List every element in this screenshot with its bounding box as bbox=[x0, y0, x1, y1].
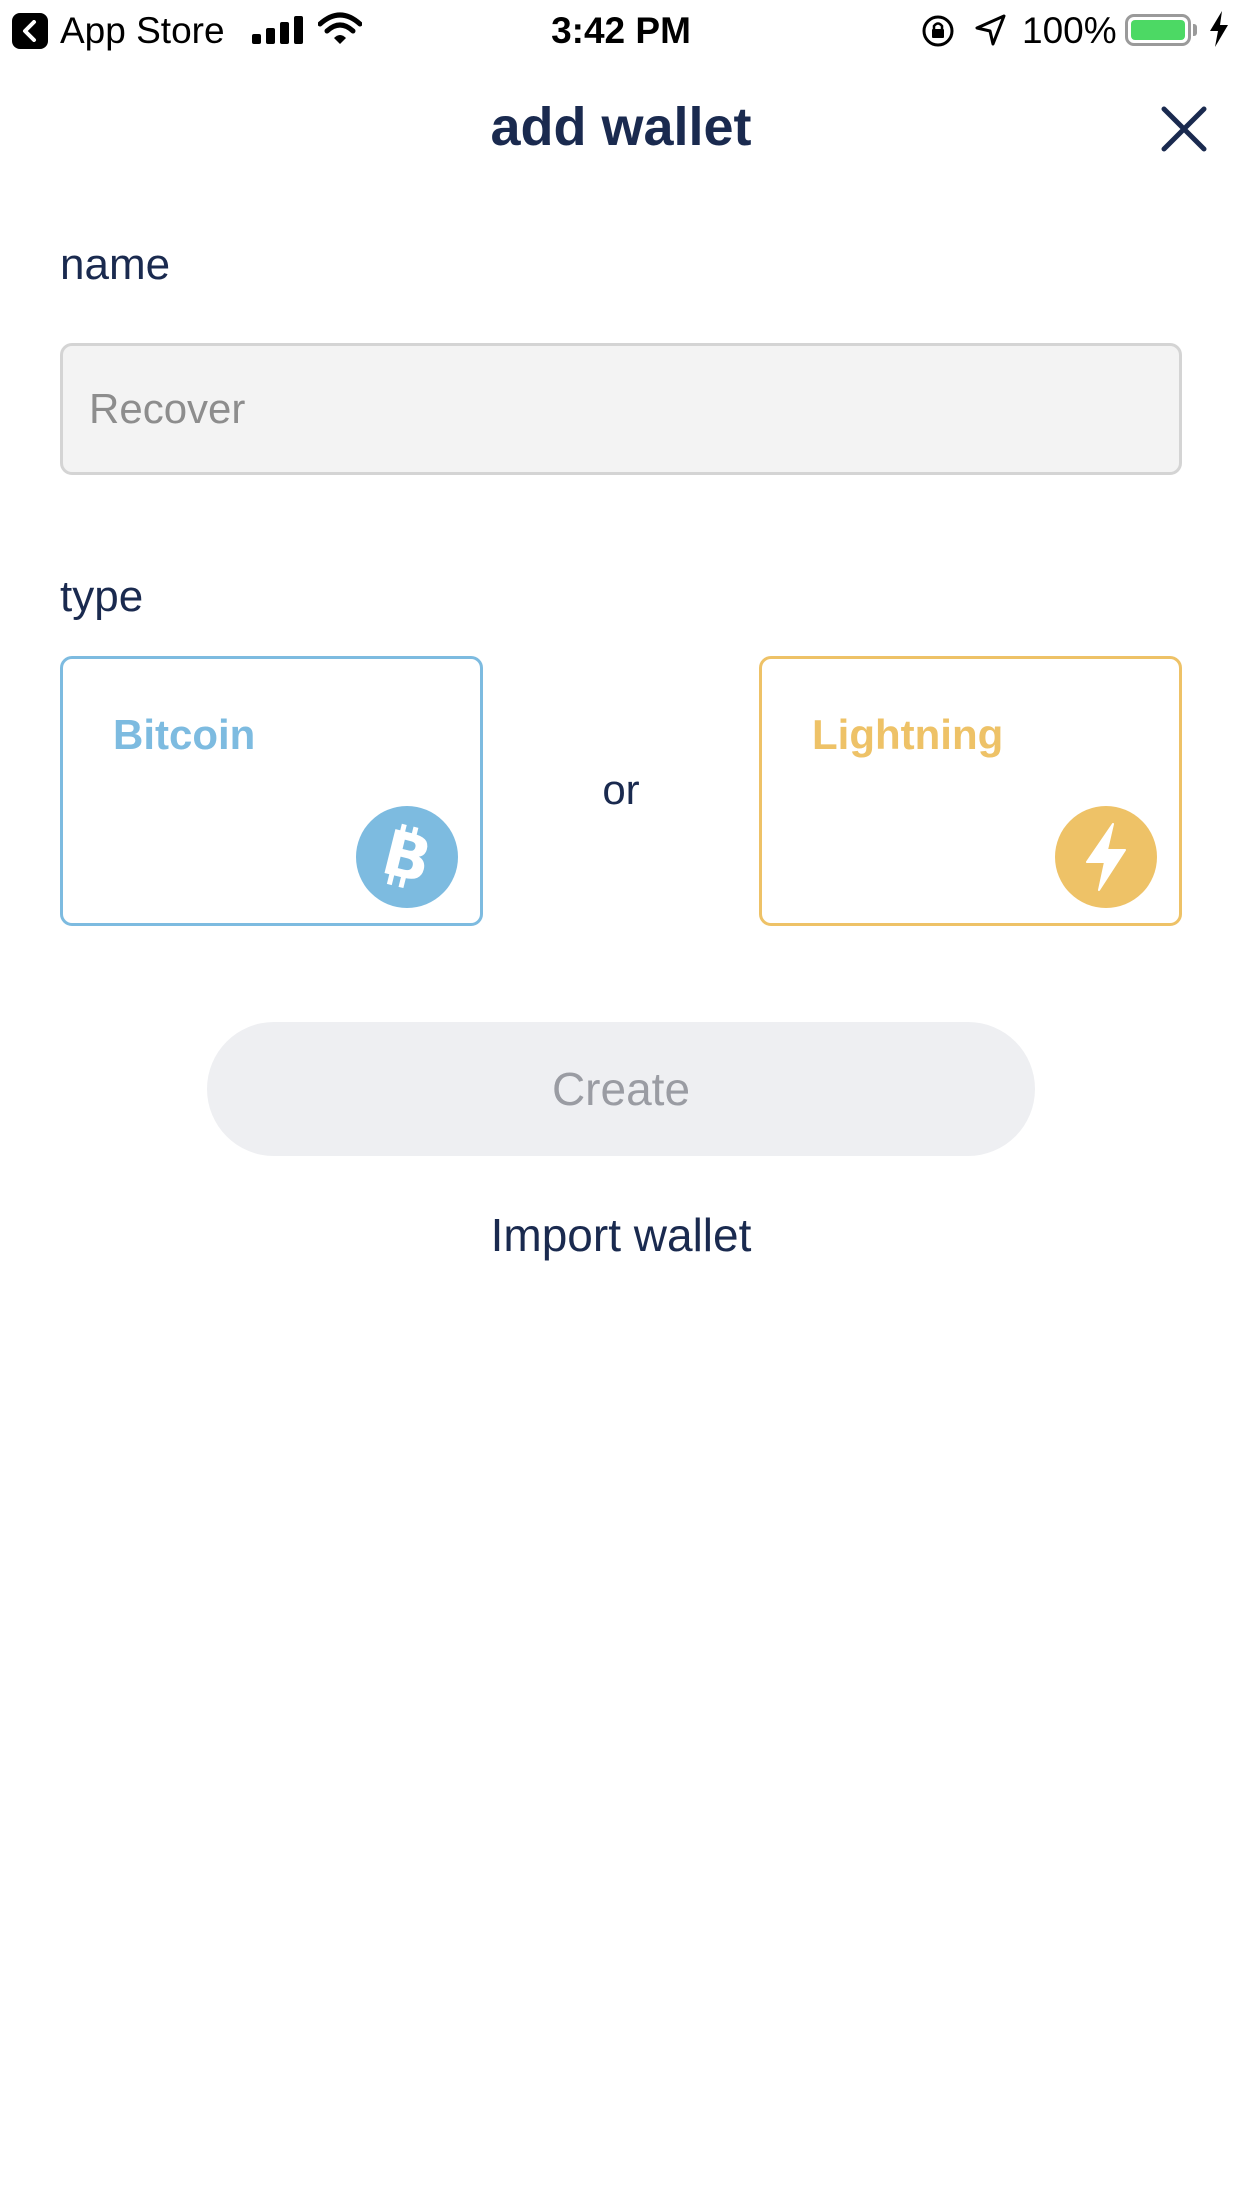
bitcoin-icon: B bbox=[356, 806, 458, 908]
charging-icon bbox=[1210, 11, 1228, 47]
lightning-type-option[interactable]: Lightning bbox=[759, 656, 1182, 926]
lightning-label: Lightning bbox=[812, 711, 1004, 758]
wallet-name-input[interactable] bbox=[60, 343, 1182, 475]
battery-icon bbox=[1125, 14, 1191, 46]
svg-text:B: B bbox=[375, 815, 439, 897]
create-button[interactable]: Create bbox=[207, 1022, 1035, 1156]
page-title: add wallet bbox=[490, 97, 752, 157]
status-bar: App Store 3:42 PM 100% bbox=[0, 0, 1242, 60]
rotation-lock-icon bbox=[922, 15, 954, 47]
name-label: name bbox=[60, 240, 171, 289]
bitcoin-label: Bitcoin bbox=[113, 711, 256, 758]
battery-cap bbox=[1193, 24, 1197, 36]
import-wallet-link[interactable]: Import wallet bbox=[0, 1208, 1242, 1262]
add-wallet-screen: App Store 3:42 PM 100% add wallet name R… bbox=[0, 0, 1242, 2208]
lightning-icon bbox=[1055, 806, 1157, 908]
close-icon[interactable] bbox=[1160, 105, 1208, 153]
battery-percentage: 100% bbox=[1022, 10, 1117, 51]
type-label: type bbox=[60, 572, 144, 621]
location-icon bbox=[975, 14, 1006, 46]
